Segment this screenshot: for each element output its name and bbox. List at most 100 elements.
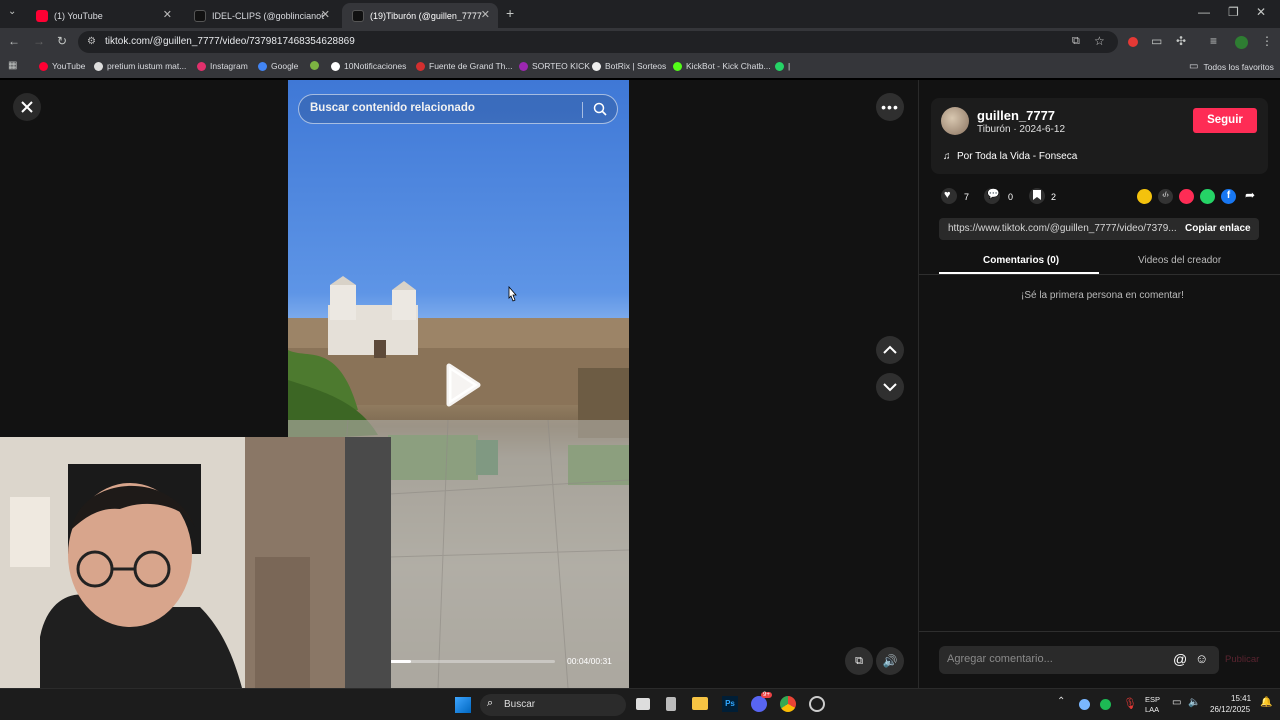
close-tab-icon[interactable]: ✕: [163, 8, 172, 21]
app-icon[interactable]: [666, 697, 676, 711]
tab-youtube[interactable]: (1) YouTube ✕: [26, 3, 180, 28]
clock-date[interactable]: 26/12/2025: [1210, 705, 1250, 714]
next-video-button[interactable]: [876, 373, 904, 401]
bookmark-notificaciones[interactable]: 10Notificaciones: [331, 61, 406, 71]
browser-toolbar: ← → ↻ ⚙ tiktok.com/@guillen_7777/video/7…: [0, 28, 1280, 56]
bookmark-pretium[interactable]: pretium iustum mat...: [94, 61, 186, 71]
back-icon[interactable]: ←: [8, 34, 20, 48]
site-info-icon[interactable]: ⚙: [87, 36, 96, 47]
tab-idel-clips[interactable]: IDEL-CLIPS (@goblinciano69.cl ✕: [184, 3, 338, 28]
tab-tiburon[interactable]: (19)Tiburón (@guillen_7777) | T ✕: [342, 3, 498, 28]
volume-button[interactable]: 🔊: [876, 647, 904, 675]
discord-icon[interactable]: [751, 696, 767, 712]
tray-app-icon[interactable]: [1100, 699, 1111, 710]
author-username[interactable]: guillen_7777: [977, 108, 1055, 123]
bookmark-sorteo-kick[interactable]: SORTEO KICK: [519, 61, 590, 71]
keyboard-layout[interactable]: LAA: [1145, 705, 1159, 714]
bookmark-google[interactable]: Google: [258, 61, 298, 71]
windows-start-icon[interactable]: [455, 697, 471, 713]
install-app-icon[interactable]: ⧉: [1072, 35, 1080, 48]
extension-card-icon[interactable]: ▭: [1151, 34, 1162, 48]
save-button[interactable]: [1029, 188, 1045, 204]
file-explorer-icon[interactable]: [692, 697, 708, 710]
chrome-icon[interactable]: [780, 696, 796, 712]
comment-input[interactable]: Agregar comentario... @ ☺: [939, 646, 1219, 674]
facebook-share-icon[interactable]: f: [1221, 189, 1236, 204]
empty-comments-message: ¡Sé la primera persona en comentar!: [1021, 290, 1184, 301]
globe-icon: [94, 61, 103, 71]
like-button[interactable]: ♥: [941, 188, 957, 204]
bookmark-botrix[interactable]: BotRix | Sorteos: [592, 61, 666, 71]
picture-in-picture-button[interactable]: ⧉: [845, 647, 873, 675]
language-code[interactable]: ESP: [1145, 695, 1160, 704]
new-tab-icon[interactable]: +: [506, 5, 514, 21]
publish-button[interactable]: Publicar: [1225, 654, 1259, 665]
author-card: guillen_7777 Tiburón · 2024-6-12 Seguir …: [931, 98, 1268, 174]
comment-button[interactable]: 💬: [984, 188, 1000, 204]
tab-search-icon[interactable]: ⌄: [8, 6, 16, 17]
close-tab-icon[interactable]: ✕: [481, 8, 490, 21]
coin-share-icon[interactable]: [1137, 189, 1152, 204]
more-options-button[interactable]: •••: [876, 93, 904, 121]
network-icon[interactable]: ▭: [1172, 697, 1181, 708]
minimize-icon[interactable]: —: [1198, 5, 1210, 19]
related-search-placeholder: Buscar contenido relacionado: [310, 102, 475, 114]
follow-button[interactable]: Seguir: [1193, 108, 1257, 133]
video-progress-bar[interactable]: [390, 660, 555, 663]
tab-title: (19)Tiburón (@guillen_7777) | T: [370, 10, 482, 21]
photoshop-icon[interactable]: Ps: [722, 696, 738, 712]
address-bar[interactable]: ⚙ tiktok.com/@guillen_7777/video/7379817…: [78, 31, 1118, 53]
whatsapp-share-icon[interactable]: [1200, 189, 1215, 204]
tab-comments[interactable]: Comentarios (0): [983, 255, 1059, 266]
onedrive-icon[interactable]: [1079, 699, 1090, 710]
music-note-icon: ♫: [943, 151, 951, 162]
clock-time[interactable]: 15:41: [1231, 694, 1251, 703]
bookmark-label: pretium iustum mat...: [107, 61, 187, 71]
browser-menu-icon[interactable]: ⋮: [1261, 34, 1273, 48]
close-video-button[interactable]: [13, 93, 41, 121]
share-arrow-icon[interactable]: ➦: [1245, 188, 1255, 202]
tab-creator-videos[interactable]: Videos del creador: [1138, 255, 1221, 266]
maximize-icon[interactable]: ❐: [1228, 5, 1239, 19]
microphone-icon[interactable]: 🎙: [1123, 697, 1137, 710]
play-icon[interactable]: [445, 363, 481, 407]
task-view-icon[interactable]: [636, 698, 650, 710]
extension-red-icon[interactable]: [1128, 37, 1138, 47]
notifications-icon[interactable]: 🔔: [1260, 697, 1272, 708]
emoji-icon[interactable]: ☺: [1195, 651, 1208, 666]
embed-code-icon[interactable]: ‹/›: [1158, 189, 1173, 204]
related-search-input[interactable]: Buscar contenido relacionado: [298, 94, 618, 124]
tray-expand-icon[interactable]: ⌃: [1057, 696, 1065, 707]
extensions-puzzle-icon[interactable]: ✣: [1176, 34, 1186, 48]
bookmark-label: Instagram: [210, 61, 248, 71]
close-tab-icon[interactable]: ✕: [321, 8, 330, 21]
bookmark-youtube[interactable]: YouTube: [39, 61, 85, 71]
bookmark-gta[interactable]: Fuente de Grand Th...: [416, 61, 512, 71]
apps-grid-icon[interactable]: ▦: [8, 60, 17, 71]
speaker-icon[interactable]: 🔈: [1188, 697, 1200, 708]
forward-icon[interactable]: →: [33, 34, 45, 48]
bookmark-star-icon[interactable]: ☆: [1094, 34, 1105, 48]
search-icon[interactable]: [593, 102, 607, 116]
taskbar-search[interactable]: ⌕ Buscar: [480, 694, 626, 716]
bookmark-kickbot[interactable]: KickBot - Kick Chatb...: [673, 61, 771, 71]
copy-link-button[interactable]: Copiar enlace: [1185, 223, 1251, 234]
bookmarks-bar: ▦ YouTube pretium iustum mat... Instagra…: [0, 56, 1280, 78]
all-bookmarks[interactable]: ▭ Todos los favoritos: [1189, 61, 1274, 72]
video-link-url[interactable]: https://www.tiktok.com/@guillen_7777/vid…: [948, 223, 1177, 234]
bookmark-whatsapp[interactable]: |: [775, 61, 790, 71]
close-window-icon[interactable]: ✕: [1256, 5, 1266, 19]
webcam-feed-image: [0, 437, 391, 720]
bookmark-instagram[interactable]: Instagram: [197, 61, 248, 71]
send-to-friends-icon[interactable]: [1179, 189, 1194, 204]
music-title[interactable]: Por Toda la Vida - Fonseca: [957, 151, 1077, 162]
media-controls-icon[interactable]: ≡: [1210, 34, 1217, 48]
previous-video-button[interactable]: [876, 336, 904, 364]
profile-avatar-icon[interactable]: [1235, 36, 1248, 49]
reload-icon[interactable]: ↻: [57, 34, 67, 48]
avatar[interactable]: [941, 107, 969, 135]
font-icon: [416, 61, 425, 71]
bookmark-unnamed[interactable]: [310, 61, 323, 70]
obs-icon[interactable]: [809, 696, 825, 712]
mention-icon[interactable]: @: [1173, 651, 1187, 667]
